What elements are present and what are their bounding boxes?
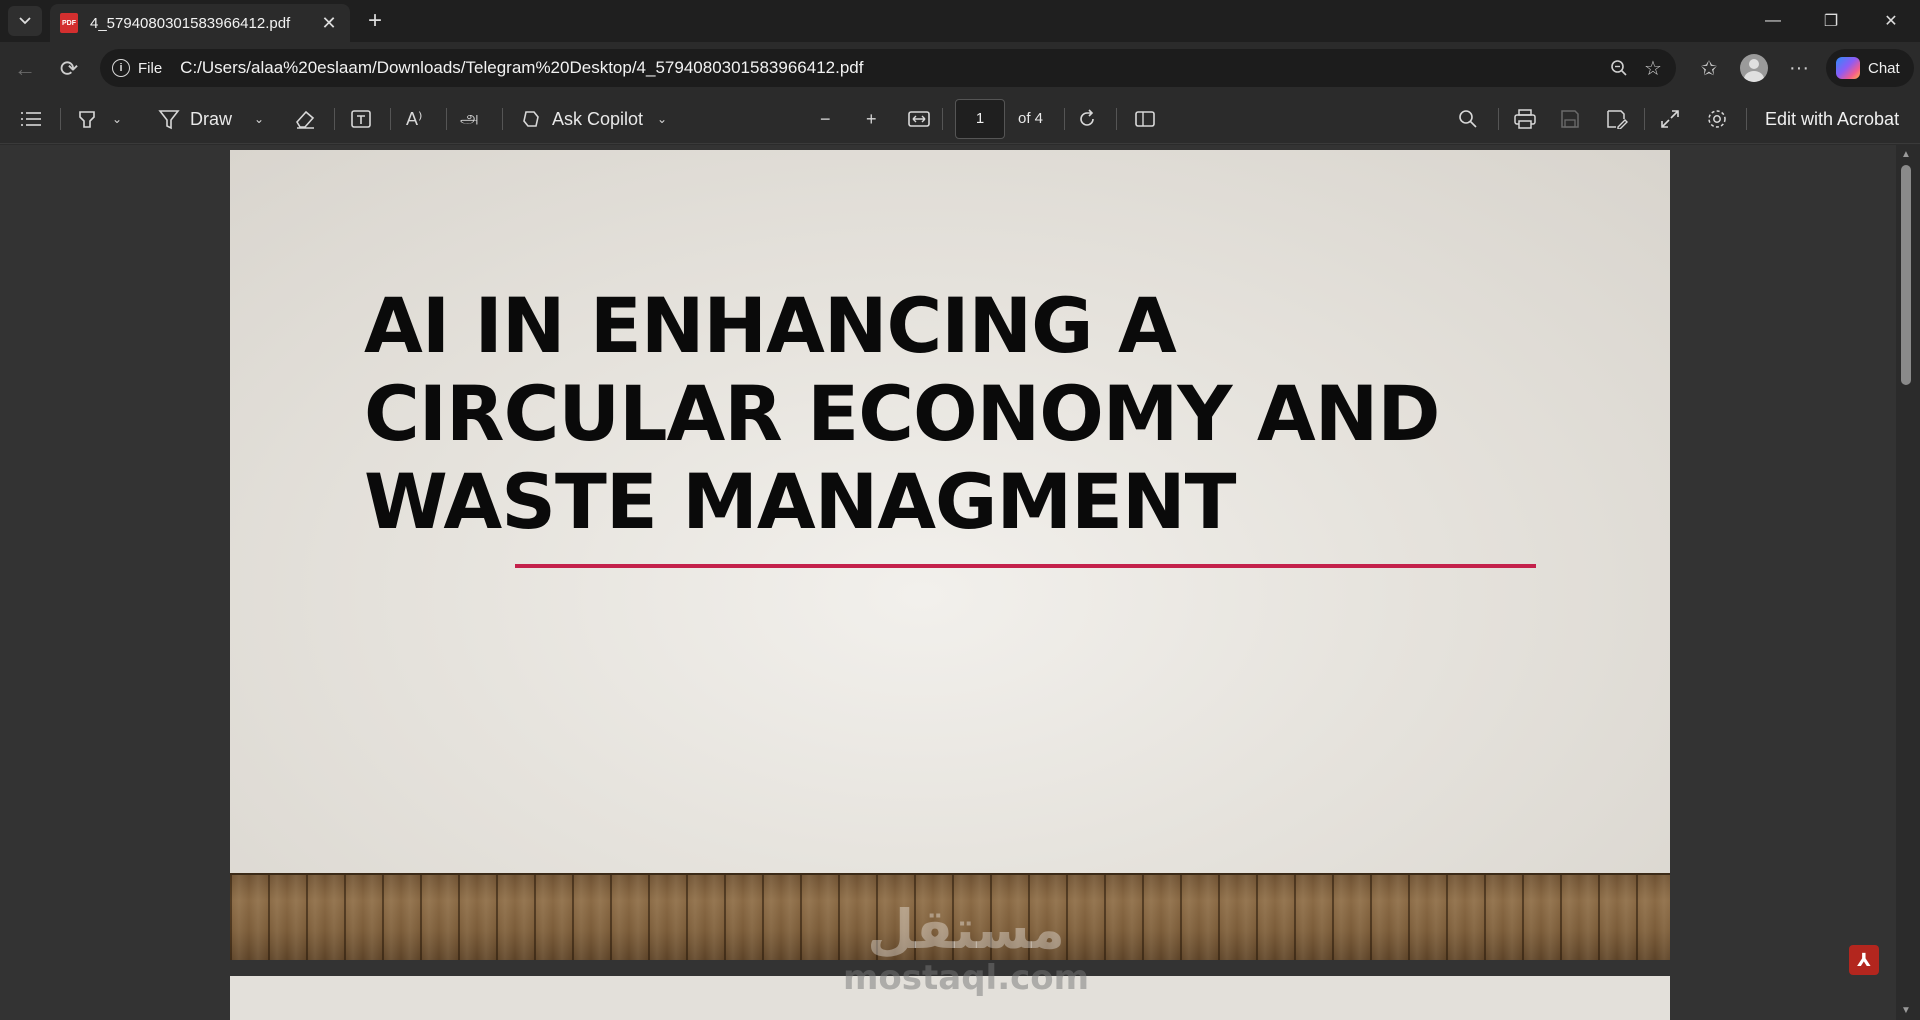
chevron-down-icon[interactable]: ⌄ [112, 112, 122, 126]
read-aloud-button[interactable]: A⁾ [406, 103, 422, 135]
ask-copilot-label: Ask Copilot [552, 108, 644, 129]
save-icon [1561, 110, 1579, 128]
plus-icon: + [866, 108, 877, 129]
toolbar-divider [1644, 108, 1645, 130]
save-button[interactable] [1560, 103, 1580, 135]
draw-button[interactable]: Draw ⌄ [158, 103, 264, 135]
copilot-outline-icon [523, 111, 539, 127]
tab-title: 4_5794080301583966412.pdf [90, 14, 291, 32]
ask-copilot-button[interactable]: Ask Copilot ⌄ [520, 103, 667, 135]
toolbar-divider [446, 108, 447, 130]
pdf-viewer[interactable]: AI IN ENHANCING A CIRCULAR ECONOMY AND W… [0, 145, 1920, 1020]
scroll-up-icon[interactable]: ▲ [1900, 149, 1912, 161]
draw-label: Draw [190, 108, 233, 129]
close-window-button[interactable]: ✕ [1862, 0, 1920, 42]
tab-list-button[interactable] [8, 6, 42, 36]
translate-icon: அ [460, 108, 479, 127]
copilot-chat-button[interactable]: Chat [1826, 49, 1914, 87]
copilot-icon [1836, 57, 1860, 79]
title-underline [515, 564, 1536, 568]
chevron-down-icon[interactable]: ⌄ [657, 112, 667, 126]
watermark-latin: mostaql.com [843, 958, 1090, 998]
edit-with-acrobat-button[interactable]: Edit with Acrobat [1765, 109, 1899, 130]
toolbar-divider [60, 108, 61, 130]
zoom-icon[interactable] [1602, 51, 1636, 85]
toolbar-divider [1064, 108, 1065, 130]
settings-button[interactable] [1706, 103, 1728, 135]
acrobat-icon[interactable]: ⅄ [1849, 945, 1879, 975]
save-as-button[interactable] [1606, 103, 1628, 135]
watermark-arabic: مستقل [867, 898, 1065, 961]
new-tab-button[interactable]: + [360, 7, 390, 35]
find-button[interactable] [1458, 103, 1478, 135]
toolbar-divider [1746, 108, 1747, 130]
gear-icon [1708, 110, 1726, 128]
back-button[interactable]: ← [8, 52, 42, 86]
scroll-down-icon[interactable]: ▼ [1900, 1005, 1912, 1017]
slide-title: AI IN ENHANCING A CIRCULAR ECONOMY AND W… [364, 282, 1564, 546]
profile-button[interactable] [1737, 51, 1771, 85]
toolbar-divider [390, 108, 391, 130]
minus-icon: − [820, 108, 831, 129]
page-view-button[interactable] [1134, 103, 1156, 135]
scheme-chip: File [138, 59, 163, 77]
fullscreen-button[interactable] [1660, 103, 1680, 135]
rotate-button[interactable] [1076, 103, 1098, 135]
slide-title-line: WASTE MANAGMENT [364, 457, 1236, 546]
pdf-page-1: AI IN ENHANCING A CIRCULAR ECONOMY AND W… [230, 150, 1670, 960]
slide-title-line: AI IN ENHANCING A [364, 281, 1177, 370]
restore-button[interactable]: ❐ [1802, 0, 1860, 42]
avatar [1740, 54, 1768, 82]
expand-icon [1661, 110, 1679, 128]
text-box-icon [351, 110, 371, 128]
url-text[interactable]: C:/Users/alaa%20eslaam/Downloads/Telegra… [180, 58, 1602, 78]
toolbar-divider [1498, 108, 1499, 130]
zoom-in-button[interactable]: + [866, 103, 877, 135]
add-text-button[interactable] [350, 103, 372, 135]
fit-width-icon [908, 111, 930, 127]
zoom-out-button[interactable]: − [820, 103, 831, 135]
more-menu-icon[interactable]: ··· [1782, 51, 1816, 85]
browser-tab[interactable]: PDF 4_5794080301583966412.pdf ✕ [50, 4, 350, 42]
contents-icon[interactable] [20, 103, 42, 135]
erase-button[interactable] [294, 103, 316, 135]
refresh-button[interactable]: ⟳ [52, 52, 86, 86]
highlight-button[interactable]: ⌄ [76, 103, 122, 135]
pdf-file-icon: PDF [60, 13, 78, 33]
rotate-icon [1080, 109, 1094, 126]
eraser-icon [296, 110, 315, 129]
translate-button[interactable]: அ [460, 103, 479, 135]
highlighter-icon [79, 111, 95, 128]
read-aloud-icon: A⁾ [406, 108, 423, 129]
fit-width-button[interactable] [908, 103, 930, 135]
page-number-input[interactable]: 1 [955, 99, 1005, 139]
favorites-icon[interactable]: ✩ [1692, 51, 1726, 85]
save-as-icon [1607, 110, 1628, 129]
slide-title-line: CIRCULAR ECONOMY AND [364, 369, 1440, 458]
toolbar-divider [334, 108, 335, 130]
favorite-star-icon[interactable]: ☆ [1636, 51, 1670, 85]
close-tab-icon[interactable]: ✕ [318, 12, 340, 34]
two-page-icon [1135, 111, 1155, 127]
page-total: of 4 [1018, 110, 1044, 127]
pdf-toolbar: ⌄ Draw ⌄ A⁾ அ Ask Copilot ⌄ − + 1 of 4 E… [0, 94, 1920, 144]
chevron-down-icon [19, 17, 31, 25]
toolbar-divider [502, 108, 503, 130]
address-bar: ← ⟳ i File C:/Users/alaa%20eslaam/Downlo… [0, 42, 1920, 94]
toolbar-divider [942, 108, 943, 130]
pen-icon [158, 110, 180, 130]
minimize-button[interactable]: — [1744, 0, 1802, 42]
toolbar-divider [1116, 108, 1117, 130]
chevron-down-icon[interactable]: ⌄ [254, 112, 264, 126]
printer-icon [1514, 109, 1536, 129]
scrollbar-thumb[interactable] [1901, 165, 1911, 385]
info-icon[interactable]: i [112, 59, 130, 77]
omnibox[interactable]: i File C:/Users/alaa%20eslaam/Downloads/… [100, 49, 1676, 87]
search-icon [1459, 110, 1477, 128]
watermark: مستقل mostaql.com [843, 898, 1090, 998]
tab-bar: PDF 4_5794080301583966412.pdf ✕ + — ❐ ✕ [0, 0, 1920, 42]
print-button[interactable] [1514, 103, 1536, 135]
chat-label: Chat [1868, 59, 1900, 77]
